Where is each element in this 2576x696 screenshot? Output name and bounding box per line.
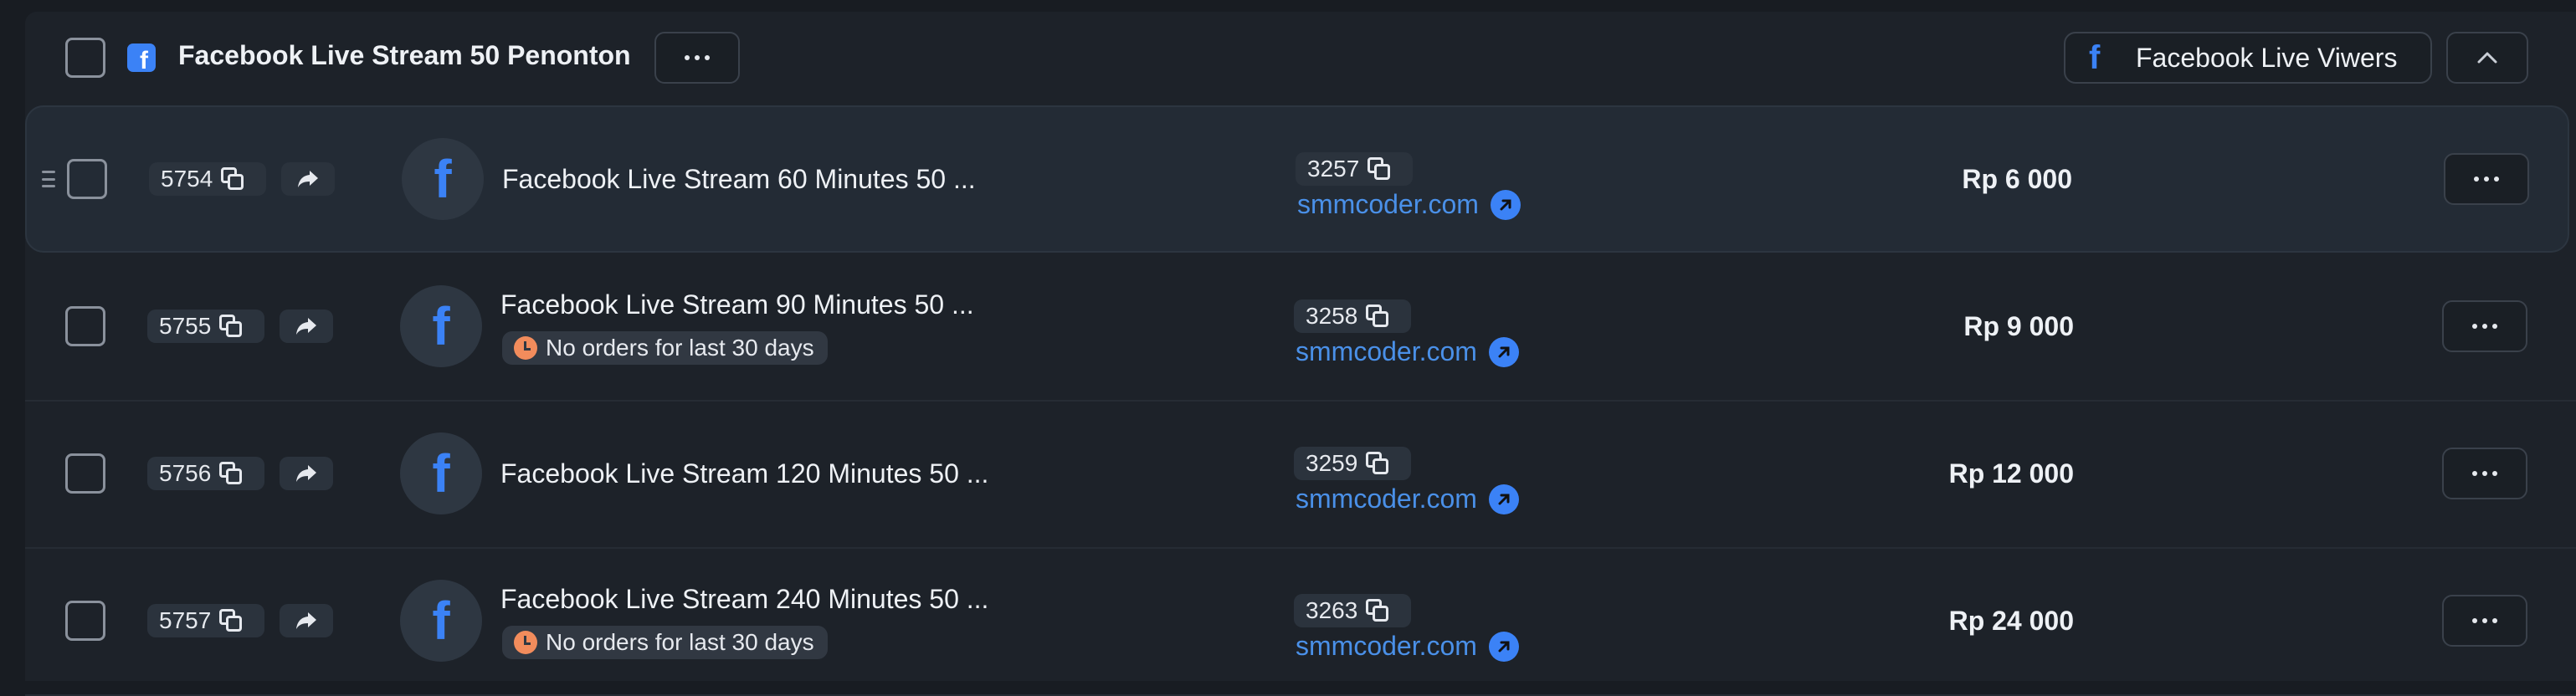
row-checkbox[interactable]	[67, 159, 107, 199]
provider-link[interactable]: smmcoder.com	[1296, 336, 1519, 367]
external-link-icon	[1488, 631, 1519, 662]
external-link-icon	[1488, 336, 1519, 367]
service-row[interactable]: 5754 f Facebook Live Stream 60 Minutes 5…	[25, 105, 2569, 253]
service-id-badge[interactable]: 5754	[149, 162, 266, 196]
service-row[interactable]: 5757 f Facebook Live Stream 240 Minutes …	[25, 549, 2576, 696]
row-checkbox[interactable]	[65, 306, 105, 346]
service-name[interactable]: Facebook Live Stream 240 Minutes 50 ...	[500, 584, 988, 615]
service-id: 5757	[159, 607, 212, 633]
no-orders-badge: No orders for last 30 days	[502, 626, 828, 659]
provider-name: smmcoder.com	[1297, 189, 1479, 219]
provider-name: smmcoder.com	[1296, 631, 1477, 661]
external-link-icon	[1488, 484, 1519, 514]
warning-text: No orders for last 30 days	[546, 629, 814, 655]
service-id: 5756	[159, 460, 212, 486]
share-button[interactable]	[280, 457, 333, 490]
facebook-icon: f	[127, 44, 156, 72]
warning-text: No orders for last 30 days	[546, 335, 814, 361]
drag-handle-icon[interactable]	[42, 171, 55, 187]
provider-id: 3258	[1306, 303, 1358, 329]
service-id: 5754	[161, 166, 213, 192]
provider-id-badge[interactable]: 3263	[1294, 594, 1411, 627]
row-checkbox[interactable]	[65, 453, 105, 494]
facebook-icon: f	[400, 432, 482, 514]
copy-icon[interactable]	[219, 609, 243, 632]
category-label: Facebook Live Viwers	[2136, 42, 2398, 73]
provider-link[interactable]: smmcoder.com	[1297, 189, 1521, 220]
share-button[interactable]	[280, 604, 333, 637]
copy-icon[interactable]	[219, 462, 243, 485]
share-icon	[296, 612, 316, 629]
row-more-button[interactable]	[2444, 153, 2529, 205]
more-icon	[2472, 471, 2497, 476]
chevron-up-icon	[2477, 52, 2497, 64]
more-icon	[2472, 618, 2497, 623]
row-more-button[interactable]	[2442, 448, 2527, 499]
service-id-badge[interactable]: 5756	[147, 457, 264, 490]
provider-name: smmcoder.com	[1296, 484, 1477, 514]
collapse-button[interactable]	[2446, 32, 2528, 84]
group-header: f Facebook Live Stream 50 Penonton f Fac…	[25, 12, 2576, 104]
service-row[interactable]: 5755 f Facebook Live Stream 90 Minutes 5…	[25, 254, 2576, 402]
more-icon	[685, 55, 710, 60]
select-group-checkbox[interactable]	[65, 38, 105, 78]
clock-icon	[514, 336, 537, 360]
copy-icon[interactable]	[1366, 452, 1389, 475]
service-name[interactable]: Facebook Live Stream 60 Minutes 50 ...	[502, 164, 976, 195]
provider-id: 3257	[1307, 156, 1360, 182]
more-icon	[2472, 324, 2497, 329]
copy-icon[interactable]	[221, 167, 244, 191]
service-price: Rp 12 000	[1948, 458, 2074, 489]
service-row[interactable]: 5756 f Facebook Live Stream 120 Minutes …	[25, 402, 2576, 549]
copy-icon[interactable]	[1366, 304, 1389, 328]
provider-link[interactable]: smmcoder.com	[1296, 631, 1519, 662]
clock-icon	[514, 631, 537, 654]
provider-id: 3259	[1306, 450, 1358, 476]
no-orders-badge: No orders for last 30 days	[502, 331, 828, 365]
category-chip[interactable]: f Facebook Live Viwers	[2064, 32, 2432, 84]
service-name[interactable]: Facebook Live Stream 120 Minutes 50 ...	[500, 458, 988, 489]
more-icon	[2474, 177, 2499, 182]
service-price: Rp 9 000	[1963, 311, 2074, 341]
provider-id: 3263	[1306, 597, 1358, 623]
service-id: 5755	[159, 313, 212, 339]
copy-icon[interactable]	[1366, 599, 1389, 622]
provider-name: smmcoder.com	[1296, 336, 1477, 366]
provider-id-badge[interactable]: 3259	[1294, 447, 1411, 480]
copy-icon[interactable]	[219, 315, 243, 338]
row-checkbox[interactable]	[65, 601, 105, 641]
facebook-icon: f	[2089, 38, 2101, 76]
row-more-button[interactable]	[2442, 300, 2527, 352]
facebook-icon: f	[400, 580, 482, 662]
copy-icon[interactable]	[1368, 157, 1391, 181]
group-title: Facebook Live Stream 50 Penonton	[178, 40, 631, 70]
provider-link[interactable]: smmcoder.com	[1296, 484, 1519, 514]
provider-id-badge[interactable]: 3258	[1294, 299, 1411, 333]
service-price: Rp 24 000	[1948, 606, 2074, 636]
facebook-icon: f	[400, 285, 482, 367]
share-button[interactable]	[280, 310, 333, 343]
external-link-icon	[1490, 189, 1521, 220]
group-more-button[interactable]	[654, 32, 740, 84]
share-icon	[298, 171, 318, 187]
facebook-icon: f	[402, 138, 484, 220]
service-price: Rp 6 000	[1962, 164, 2072, 194]
share-icon	[296, 465, 316, 482]
share-icon	[296, 318, 316, 335]
provider-id-badge[interactable]: 3257	[1296, 152, 1413, 186]
service-name[interactable]: Facebook Live Stream 90 Minutes 50 ...	[500, 289, 974, 320]
service-id-badge[interactable]: 5755	[147, 310, 264, 343]
service-group-panel: f Facebook Live Stream 50 Penonton f Fac…	[25, 12, 2576, 696]
row-more-button[interactable]	[2442, 595, 2527, 647]
service-id-badge[interactable]: 5757	[147, 604, 264, 637]
share-button[interactable]	[281, 162, 335, 196]
